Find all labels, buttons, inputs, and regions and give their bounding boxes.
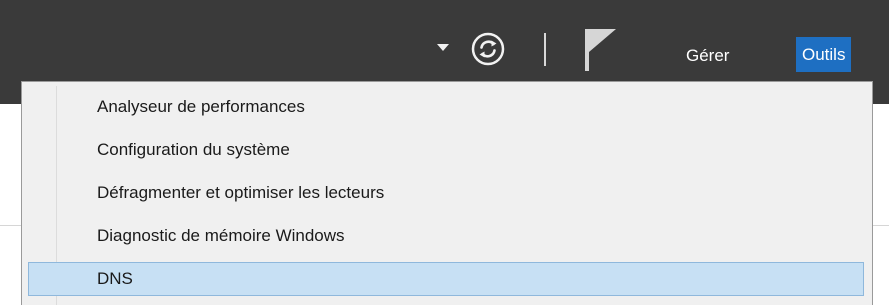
- toolbar-separator: [544, 33, 546, 66]
- menu-item-system-configuration[interactable]: Configuration du système: [28, 133, 864, 167]
- menu-item-label: Configuration du système: [97, 140, 290, 159]
- menu-item-memory-diagnostic[interactable]: Diagnostic de mémoire Windows: [28, 219, 864, 253]
- menu-item-label: Analyseur de performances: [97, 97, 305, 116]
- menu-item-performance-monitor[interactable]: Analyseur de performances: [28, 90, 864, 124]
- flag-icon[interactable]: [582, 26, 618, 72]
- menu-item-label: Diagnostic de mémoire Windows: [97, 226, 345, 245]
- manage-menu[interactable]: Gérer: [686, 46, 729, 66]
- menu-item-dns[interactable]: DNS: [28, 262, 864, 296]
- tools-menu[interactable]: Outils: [796, 37, 852, 72]
- refresh-icon[interactable]: [471, 32, 505, 66]
- menu-item-defragment-drives[interactable]: Défragmenter et optimiser les lecteurs: [28, 176, 864, 210]
- menu-item-label: Défragmenter et optimiser les lecteurs: [97, 183, 385, 202]
- menu-item-label: DNS: [97, 269, 133, 288]
- chevron-down-icon[interactable]: [437, 44, 449, 51]
